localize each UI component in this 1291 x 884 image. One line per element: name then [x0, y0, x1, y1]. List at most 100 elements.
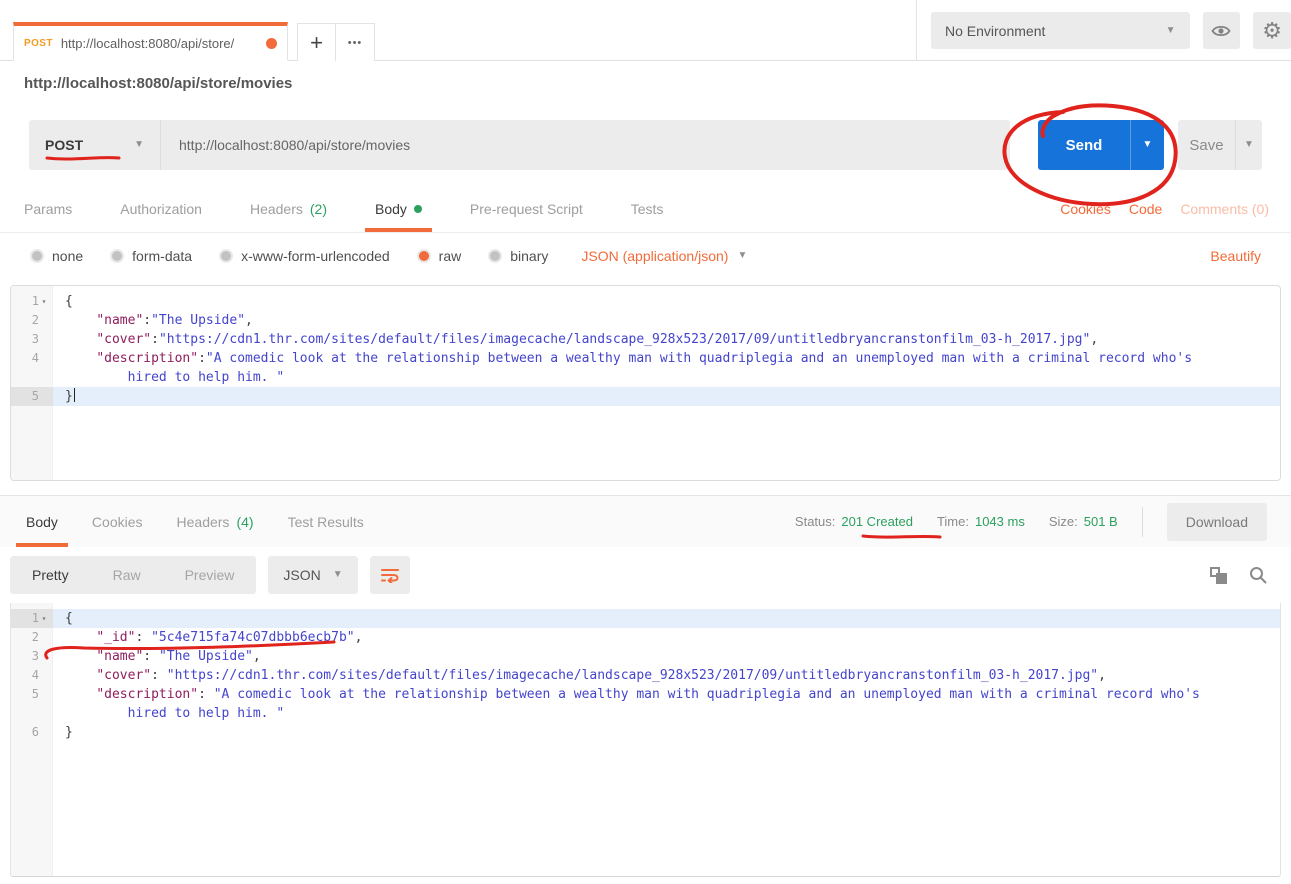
line-number: 4: [32, 349, 39, 368]
send-button[interactable]: Send: [1038, 120, 1130, 170]
line-number-gutter: 2: [11, 311, 53, 330]
more-tabs-button[interactable]: •••: [336, 23, 375, 61]
code-line: 6}: [11, 723, 1280, 742]
tab-tests[interactable]: Tests: [629, 185, 666, 232]
tab-label: Tests: [631, 201, 664, 217]
save-options-button[interactable]: ▼: [1235, 120, 1262, 170]
tab-authorization[interactable]: Authorization: [118, 185, 204, 232]
copy-button[interactable]: [1210, 567, 1227, 584]
beautify-link[interactable]: Beautify: [1210, 248, 1261, 264]
body-mode-label: binary: [510, 248, 548, 264]
body-filled-dot: [414, 205, 422, 213]
code-text: hired to help him. ": [53, 368, 1280, 387]
tab-label: Body: [26, 514, 58, 530]
code-text: "description": "A comedic look at the re…: [53, 685, 1280, 704]
save-button[interactable]: Save: [1178, 120, 1235, 170]
response-editor-rows: 1▾{2 "_id": "5c4e715fa74c07dbbb6ecb7b",3…: [11, 603, 1280, 742]
send-options-button[interactable]: ▼: [1130, 120, 1164, 170]
radio-icon: [30, 249, 44, 263]
tab-label: Cookies: [92, 514, 143, 530]
body-mode-label: x-www-form-urlencoded: [241, 248, 390, 264]
code-text: "description":"A comedic look at the rel…: [53, 349, 1280, 368]
method-label: POST: [45, 137, 83, 153]
code-text: }: [53, 387, 1280, 406]
code-text: {: [53, 292, 1280, 311]
body-mode-x-www-form-urlencoded[interactable]: x-www-form-urlencoded: [219, 248, 390, 264]
body-mode-raw[interactable]: raw: [417, 248, 462, 264]
active-tab-indicator: [365, 228, 432, 232]
line-number-gutter: 3: [11, 330, 53, 349]
size-value: 501 B: [1084, 514, 1118, 529]
code-link[interactable]: Code: [1129, 201, 1162, 217]
response-tool-icons: [1210, 566, 1281, 584]
code-text: }: [53, 723, 1280, 742]
chevron-down-icon: ▼: [333, 570, 343, 580]
radio-icon: [488, 249, 502, 263]
request-tabs: Params Authorization Headers(2) Body Pre-req…: [22, 185, 665, 232]
tab-cookies[interactable]: Cookies: [90, 496, 145, 547]
time-label: Time:: [937, 514, 969, 529]
save-button-group: Save ▼: [1178, 120, 1262, 170]
tab-params[interactable]: Params: [22, 185, 74, 232]
fold-arrow-icon[interactable]: ▾: [39, 292, 49, 311]
content-type-selector[interactable]: JSON (application/json) ▼: [581, 248, 747, 264]
url-input[interactable]: http://localhost:8080/api/store/movies: [160, 120, 1010, 170]
method-selector[interactable]: POST ▼: [29, 120, 160, 170]
view-mode-pretty[interactable]: Pretty: [10, 556, 91, 594]
word-wrap-button[interactable]: [370, 556, 410, 594]
environment-label: No Environment: [945, 23, 1045, 39]
cookies-link[interactable]: Cookies: [1060, 201, 1111, 217]
response-meta-row: BodyCookiesHeaders(4)Test Results Status…: [0, 495, 1291, 547]
request-tab-post[interactable]: POST http://localhost:8080/api/store/: [13, 22, 288, 61]
tab-body[interactable]: Body: [373, 185, 424, 232]
code-line: 2 "name":"The Upside",: [11, 311, 1280, 330]
line-number: 4: [32, 666, 39, 685]
chevron-down-icon: ▼: [1244, 140, 1254, 150]
body-mode-none[interactable]: none: [30, 248, 83, 264]
body-mode-form-data[interactable]: form-data: [110, 248, 192, 264]
code-line: 4 "description":"A comedic look at the r…: [11, 349, 1280, 368]
download-button[interactable]: Download: [1167, 503, 1267, 541]
line-number: 5: [32, 685, 39, 704]
tab-label: Test Results: [288, 514, 364, 530]
tab-label: Body: [375, 201, 407, 217]
body-mode-label: none: [52, 248, 83, 264]
response-tabs: Body Cookies Headers(4) Test Results: [24, 496, 366, 547]
fold-arrow-icon[interactable]: ▾: [39, 609, 49, 628]
code-text: {: [53, 609, 1280, 628]
line-number-gutter: 4: [11, 666, 53, 685]
code-line: hired to help him. ": [11, 704, 1280, 723]
comments-link[interactable]: Comments (0): [1180, 201, 1269, 217]
request-body-editor[interactable]: 1▾{2 "name":"The Upside",3 "cover":"http…: [10, 285, 1281, 481]
tab-url-label: http://localhost:8080/api/store/: [61, 36, 258, 51]
radio-icon: [417, 249, 431, 263]
search-icon[interactable]: [1249, 566, 1267, 584]
tab-label: Pre-request Script: [470, 201, 583, 217]
view-mode-preview[interactable]: Preview: [163, 556, 257, 594]
tab-label: Headers: [250, 201, 303, 217]
line-number: 3: [32, 330, 39, 349]
settings-button[interactable]: ⚙: [1253, 12, 1291, 49]
environment-selector[interactable]: No Environment ▼: [931, 12, 1190, 49]
line-number: 6: [32, 723, 39, 742]
response-body-editor[interactable]: 1▾{2 "_id": "5c4e715fa74c07dbbb6ecb7b",3…: [10, 603, 1281, 877]
tab-body[interactable]: Body: [24, 496, 60, 547]
tab-label: Authorization: [120, 201, 202, 217]
body-mode-label: raw: [439, 248, 462, 264]
code-text: "cover": "https://cdn1.thr.com/sites/def…: [53, 666, 1280, 685]
response-format-selector[interactable]: JSON ▼: [268, 556, 357, 594]
tab-headers[interactable]: Headers(2): [248, 185, 329, 232]
tab-pre-request-script[interactable]: Pre-request Script: [468, 185, 585, 232]
view-mode-raw[interactable]: Raw: [91, 556, 163, 594]
tab-test-results[interactable]: Test Results: [286, 496, 366, 547]
line-number-gutter: 3: [11, 647, 53, 666]
chevron-down-icon: ▼: [1143, 140, 1153, 150]
size-metric: Size: 501 B: [1049, 514, 1118, 529]
postman-window: POST http://localhost:8080/api/store/ + …: [0, 0, 1291, 884]
body-mode-label: form-data: [132, 248, 192, 264]
new-tab-button[interactable]: +: [297, 23, 336, 61]
body-mode-binary[interactable]: binary: [488, 248, 548, 264]
environment-quick-look-button[interactable]: [1203, 12, 1241, 49]
size-label: Size:: [1049, 514, 1078, 529]
tab-headers[interactable]: Headers(4): [175, 496, 256, 547]
